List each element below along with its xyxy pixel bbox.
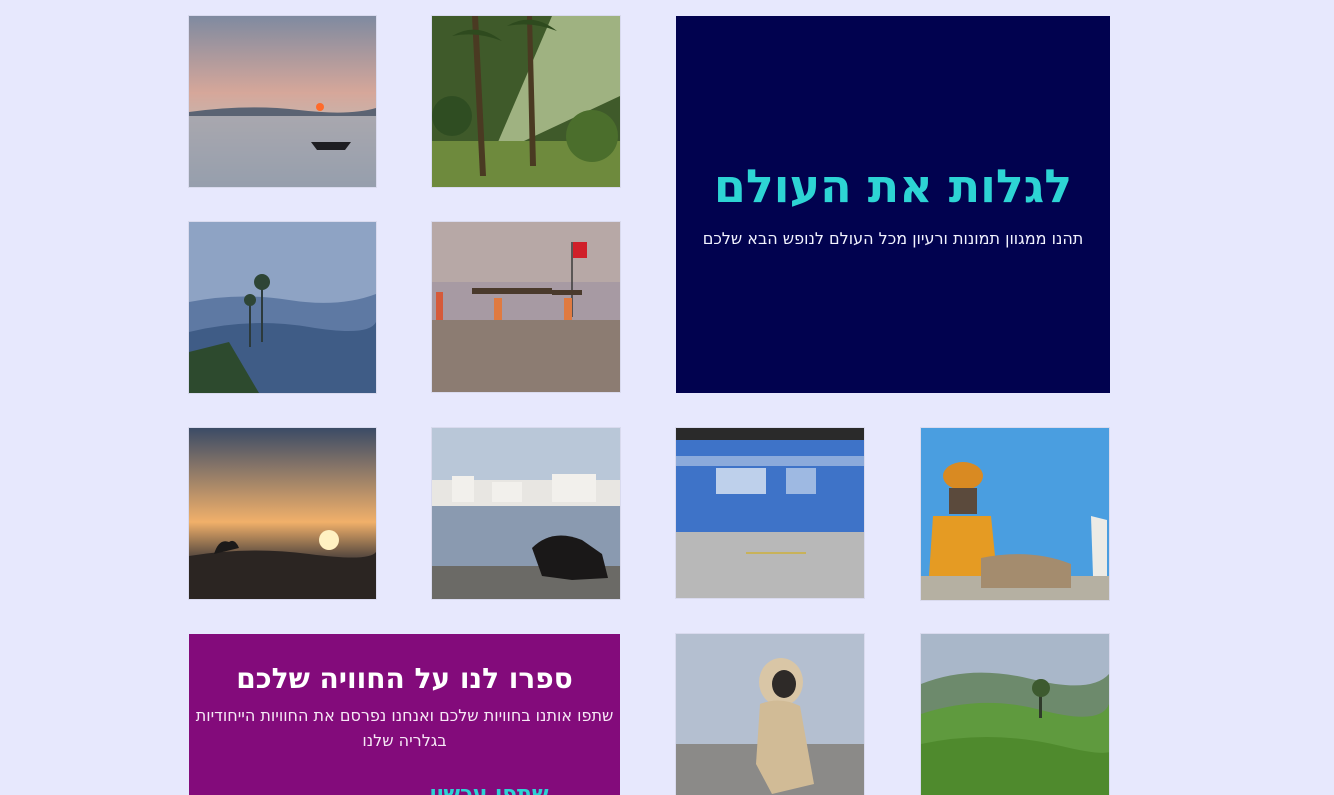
photo-beach-women-carrying-wood[interactable] [432,222,620,392]
photo-sunset-lake-boat[interactable] [189,16,376,187]
share-experience-panel: ספרו לנו על החוויה שלכם שתפו אותנו בחווי… [189,634,620,795]
photo-man-orange-turban[interactable] [921,428,1109,600]
photo-misty-mountains-tree[interactable] [189,222,376,393]
hero-banner: לגלות את העולם תהנו ממגוון תמונות ורעיון… [676,16,1110,393]
share-experience-title: ספרו לנו על החוויה שלכם [236,662,573,695]
photo-cow-by-lake-town[interactable] [432,428,620,599]
photo-palm-grove-sunrays[interactable] [432,16,620,187]
photo-langur-monkey[interactable] [676,634,864,795]
share-experience-text: שתפו אותנו בחוויות שלכם ואנחנו נפרסם את … [195,706,614,750]
hero-subtitle: תהנו ממגוון תמונות ורעיון מכל העולם לנופ… [702,229,1084,249]
gallery-page: לגלות את העולם תהנו ממגוון תמונות ורעיון… [0,0,1334,795]
share-now-link[interactable]: שתפו עכשיו [429,782,548,795]
photo-tea-plantation-hills[interactable] [921,634,1109,795]
photo-blue-train-motion[interactable] [676,428,864,598]
hero-title: לגלות את העולם [713,158,1073,213]
photo-sunset-mudflats[interactable] [189,428,376,599]
